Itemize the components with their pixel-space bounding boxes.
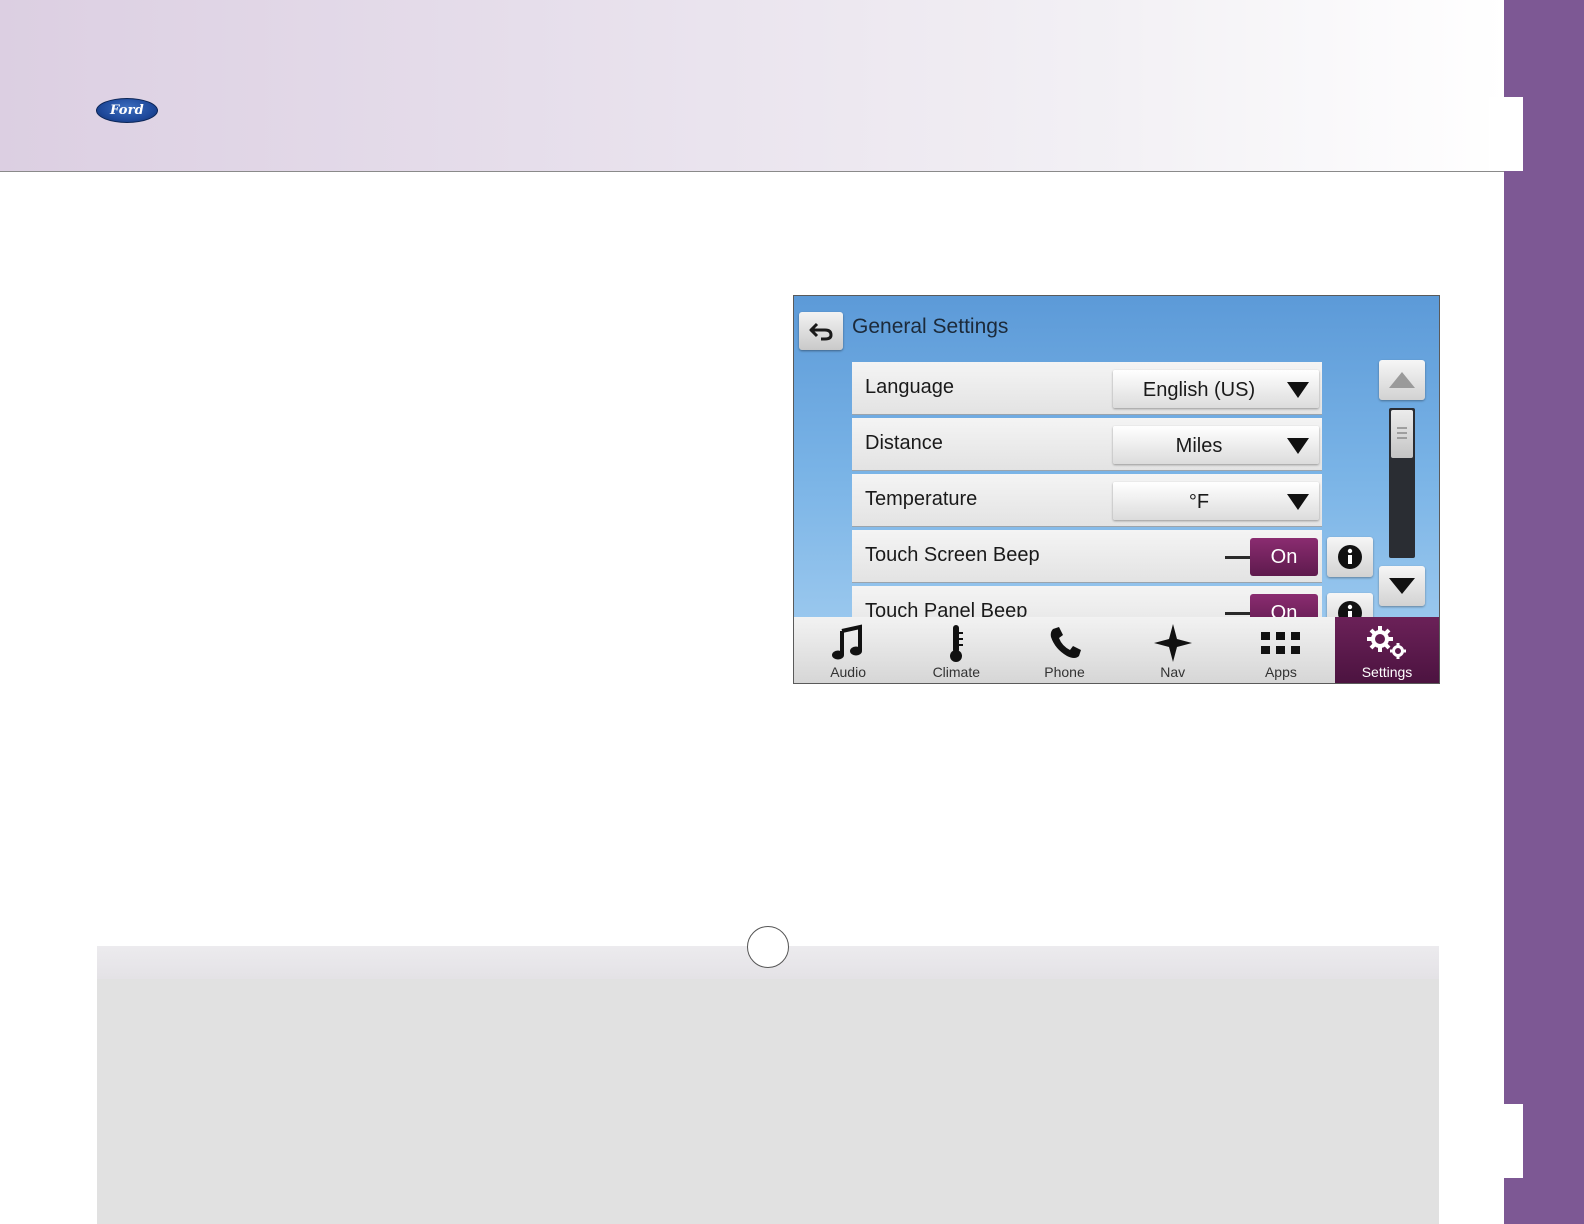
settings-list: Language English (US) Distance Miles Tem… <box>852 362 1322 617</box>
dropdown-arrow-icon <box>1287 494 1309 510</box>
dropdown-value: English (US) <box>1142 379 1256 401</box>
page-number-circle <box>747 926 789 968</box>
toggle-track <box>1225 556 1253 559</box>
touch-screen-beep-info-button[interactable] <box>1327 537 1373 577</box>
info-icon <box>1338 545 1362 569</box>
nav-label: Apps <box>1264 664 1297 680</box>
row-label: Touch Screen Beep <box>865 544 1040 566</box>
side-tab-bottom <box>1489 1104 1523 1178</box>
ford-logo-text: Ford <box>110 103 144 118</box>
scrollbar[interactable] <box>1389 408 1415 558</box>
footer-box <box>97 979 1439 1224</box>
music-note-icon <box>832 624 863 660</box>
screen-title: General Settings <box>852 315 1009 338</box>
gears-icon <box>1367 626 1407 659</box>
row-label: Touch Panel Beep <box>865 600 1028 617</box>
setting-row-touch-panel-beep[interactable]: Touch Panel Beep On <box>852 586 1322 617</box>
back-arrow-icon <box>809 322 833 341</box>
apps-grid-icon <box>1260 632 1300 654</box>
arrow-up-icon <box>1389 372 1415 388</box>
scroll-up-button[interactable] <box>1379 360 1425 400</box>
back-button[interactable] <box>799 312 843 350</box>
compass-star-icon <box>1153 624 1192 662</box>
nav-label: Settings <box>1361 664 1413 680</box>
ford-logo: Ford <box>96 98 158 123</box>
row-label: Temperature <box>865 488 978 510</box>
touch-screen-beep-toggle[interactable]: On <box>1250 538 1318 576</box>
nav-label: Phone <box>1044 664 1085 680</box>
nav-label: Climate <box>932 664 981 680</box>
language-dropdown[interactable]: English (US) <box>1113 370 1319 408</box>
thermometer-icon <box>950 625 964 662</box>
grip-icon <box>1397 427 1407 439</box>
phone-icon <box>1050 627 1081 658</box>
setting-row-touch-screen-beep[interactable]: Touch Screen Beep On <box>852 530 1322 583</box>
arrow-down-icon <box>1389 578 1415 594</box>
setting-row-language[interactable]: Language English (US) <box>852 362 1322 415</box>
dropdown-arrow-icon <box>1287 438 1309 454</box>
sync-screen: General Settings Language English (US) D… <box>793 295 1440 684</box>
page-header: Ford <box>0 0 1507 172</box>
bottom-nav-bar: Audio Climate Phone Nav Apps Settings <box>794 617 1439 683</box>
setting-row-distance[interactable]: Distance Miles <box>852 418 1322 471</box>
dropdown-value: °F <box>1188 491 1210 513</box>
toggle-label: On <box>1270 545 1298 568</box>
nav-item-settings[interactable]: Settings <box>1335 617 1439 683</box>
side-tab-top <box>1489 97 1523 171</box>
row-label: Distance <box>865 432 943 454</box>
scrollbar-thumb[interactable] <box>1391 410 1413 458</box>
scroll-down-button[interactable] <box>1379 566 1425 606</box>
nav-item-nav[interactable]: Nav <box>1119 617 1227 683</box>
temperature-dropdown[interactable]: °F <box>1113 482 1319 520</box>
nav-label: Nav <box>1160 664 1186 680</box>
touch-panel-beep-toggle[interactable]: On <box>1250 594 1318 617</box>
distance-dropdown[interactable]: Miles <box>1113 426 1319 464</box>
toggle-label: On <box>1270 601 1298 618</box>
nav-item-audio[interactable]: Audio <box>794 617 902 683</box>
toggle-track <box>1225 612 1253 615</box>
nav-item-climate[interactable]: Climate <box>902 617 1010 683</box>
nav-label: Audio <box>830 664 866 680</box>
dropdown-arrow-icon <box>1287 382 1309 398</box>
nav-item-apps[interactable]: Apps <box>1227 617 1335 683</box>
dropdown-value: Miles <box>1175 435 1223 457</box>
nav-item-phone[interactable]: Phone <box>1010 617 1118 683</box>
setting-row-temperature[interactable]: Temperature °F <box>852 474 1322 527</box>
row-label: Language <box>865 376 954 398</box>
side-accent-bar <box>1504 0 1584 1224</box>
